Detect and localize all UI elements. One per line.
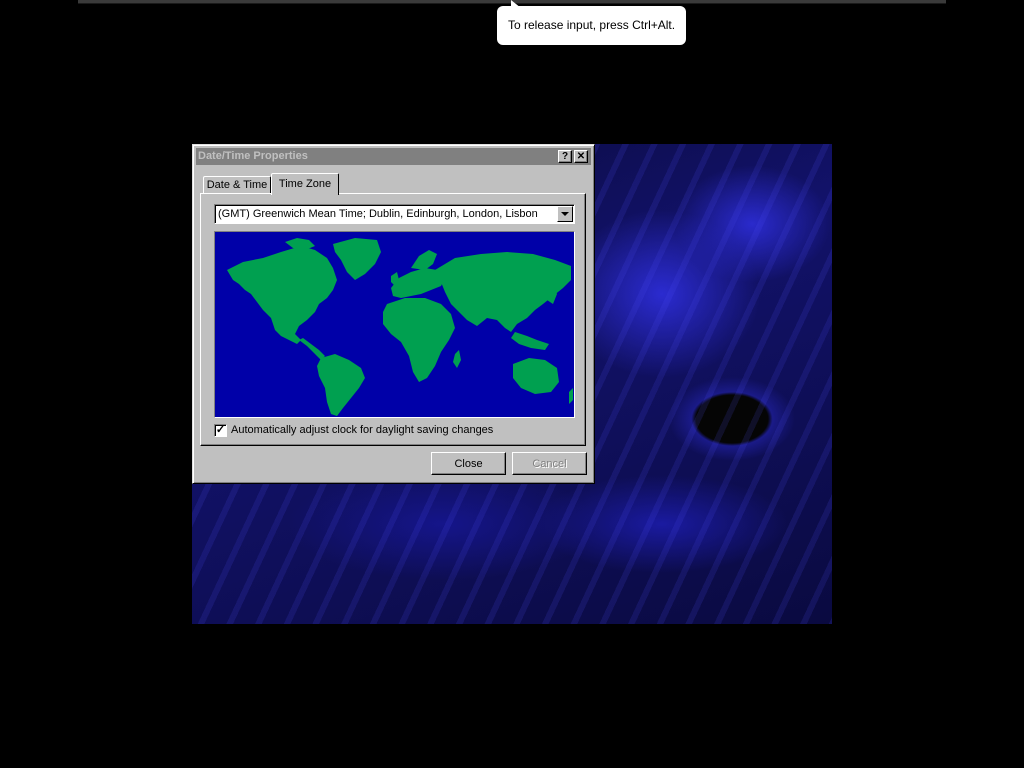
datetime-properties-dialog: Date/Time Properties ? ✕ Date & Time Tim… xyxy=(192,144,595,484)
world-map-graphic xyxy=(215,232,574,417)
cancel-button[interactable]: Cancel xyxy=(512,452,587,475)
time-zone-value: (GMT) Greenwich Mean Time; Dublin, Edinb… xyxy=(218,208,538,220)
tab-time-zone[interactable]: Time Zone xyxy=(271,173,339,195)
time-zone-dropdown[interactable]: (GMT) Greenwich Mean Time; Dublin, Edinb… xyxy=(214,204,575,224)
dst-label[interactable]: Automatically adjust clock for daylight … xyxy=(231,423,493,437)
dropdown-arrow-icon[interactable] xyxy=(557,206,573,222)
help-button[interactable]: ? xyxy=(558,150,572,163)
close-button[interactable]: Close xyxy=(431,452,506,475)
tooltip-text: To release input, press Ctrl+Alt. xyxy=(497,6,687,45)
close-icon[interactable]: ✕ xyxy=(574,150,588,163)
dst-checkbox[interactable]: ✓ xyxy=(214,424,227,437)
tab-date-time[interactable]: Date & Time xyxy=(203,176,271,194)
world-map[interactable] xyxy=(214,231,575,418)
release-input-tooltip: To release input, press Ctrl+Alt. xyxy=(497,0,687,45)
window-title: Date/Time Properties xyxy=(198,150,308,162)
title-bar[interactable]: Date/Time Properties ? ✕ xyxy=(196,148,591,165)
time-zone-panel: (GMT) Greenwich Mean Time; Dublin, Edinb… xyxy=(200,193,586,446)
